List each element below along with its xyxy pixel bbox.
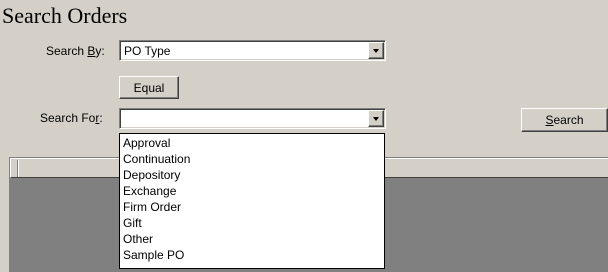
search-for-label-suffix: : — [99, 111, 103, 125]
search-by-label-suffix: y: — [95, 44, 105, 58]
search-by-combo[interactable]: PO Type — [119, 40, 386, 61]
search-by-label: Search By: — [46, 44, 105, 58]
dropdown-option-continuation[interactable]: Continuation — [123, 152, 190, 166]
grid-column-divider[interactable] — [17, 160, 19, 177]
page-title: Search Orders — [2, 3, 128, 28]
search-by-dropdown-button[interactable] — [368, 42, 384, 59]
search-for-label-prefix: Search Fo — [40, 111, 96, 125]
search-by-label-prefix: Search — [46, 44, 88, 58]
chevron-down-icon — [373, 49, 379, 53]
dropdown-option-firm-order[interactable]: Firm Order — [123, 200, 181, 214]
search-for-combo[interactable] — [119, 108, 386, 129]
dropdown-option-depository[interactable]: Depository — [123, 168, 180, 182]
dropdown-option-other[interactable]: Other — [123, 232, 153, 246]
operator-button[interactable]: Equal — [119, 76, 179, 99]
operator-label: Equal — [133, 81, 165, 95]
search-by-value: PO Type — [124, 44, 171, 58]
search-for-dropdown-list[interactable]: Approval Continuation Depository Exchang… — [119, 133, 385, 269]
search-for-label: Search For: — [40, 111, 103, 125]
dropdown-option-gift[interactable]: Gift — [123, 216, 142, 230]
search-button-label: earch — [553, 113, 584, 127]
dropdown-option-approval[interactable]: Approval — [123, 136, 170, 150]
search-for-dropdown-button[interactable] — [368, 110, 384, 127]
search-button[interactable]: Search — [521, 108, 608, 132]
dropdown-option-sample-po[interactable]: Sample PO — [123, 248, 184, 262]
dropdown-option-exchange[interactable]: Exchange — [123, 184, 176, 198]
chevron-down-icon — [373, 117, 379, 121]
